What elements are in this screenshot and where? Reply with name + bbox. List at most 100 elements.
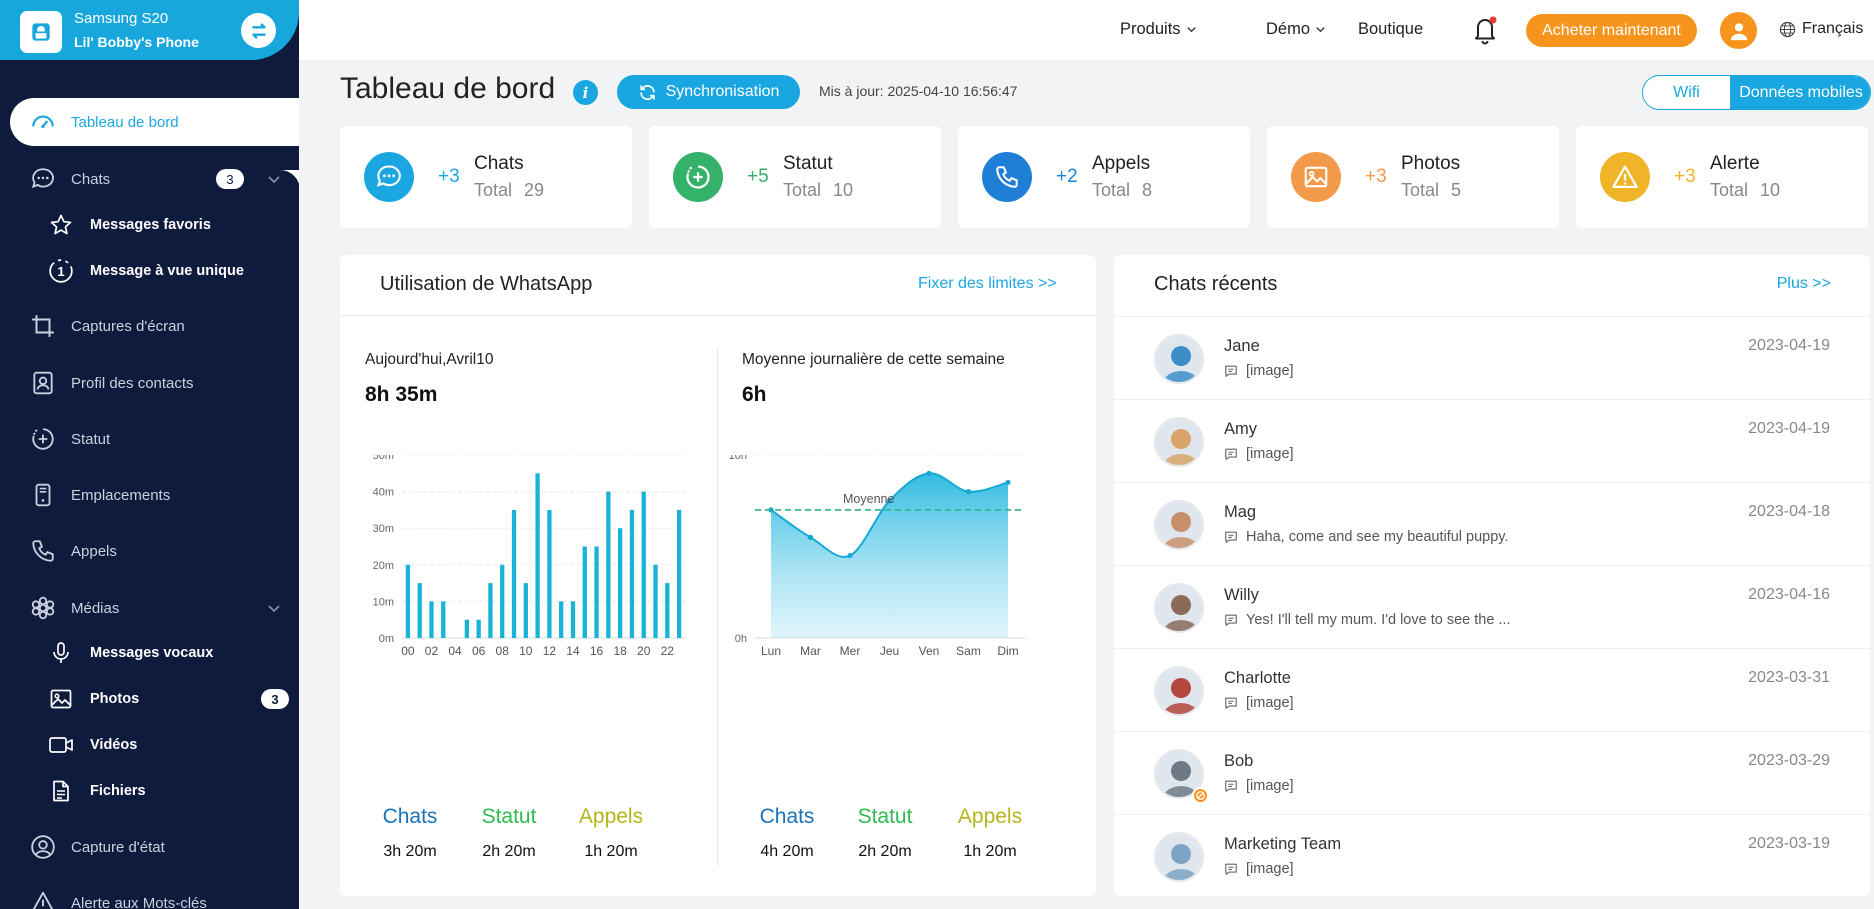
x-tick-label: 02 bbox=[425, 644, 439, 658]
recent-chats-title: Chats récents bbox=[1154, 273, 1278, 295]
contact-avatar bbox=[1154, 666, 1204, 716]
demo-menu-label: Démo bbox=[1266, 20, 1311, 38]
sidebar-item-label: Photos bbox=[90, 691, 140, 707]
demo-menu[interactable]: Démo bbox=[1266, 20, 1326, 39]
mobile-data-option[interactable]: Données mobiles bbox=[1730, 76, 1870, 109]
x-tick-label: 00 bbox=[401, 644, 415, 658]
legend-name: Chats bbox=[759, 805, 815, 828]
chat-contact-name: Marketing Team bbox=[1224, 835, 1342, 853]
sidebar-item-status[interactable]: Statut bbox=[0, 416, 299, 462]
chat-contact-name: Willy bbox=[1224, 586, 1259, 604]
today-legend-status: Statut 2h 20m bbox=[454, 805, 564, 861]
stat-card-alerts[interactable]: +3 Alerte Total 10 bbox=[1576, 126, 1868, 228]
legend-value: 4h 20m bbox=[760, 843, 814, 860]
chat-bubble-icon bbox=[364, 152, 414, 202]
bar-15 bbox=[582, 546, 587, 638]
stat-card-status[interactable]: +5 Statut Total 10 bbox=[649, 126, 941, 228]
stat-card-calls[interactable]: +2 Appels Total 8 bbox=[958, 126, 1250, 228]
user-avatar-icon[interactable] bbox=[1720, 12, 1757, 49]
stat-card-chats[interactable]: +3 Chats Total 29 bbox=[340, 126, 632, 228]
bar-20 bbox=[641, 491, 646, 638]
chat-row[interactable]: Mag Haha, come and see my beautiful puppy… bbox=[1114, 482, 1870, 565]
products-menu[interactable]: Produits bbox=[1120, 20, 1197, 39]
info-icon[interactable]: i bbox=[573, 80, 598, 105]
point-Ven bbox=[926, 470, 932, 476]
stat-total-label: Total bbox=[1401, 180, 1440, 200]
message-icon bbox=[1225, 531, 1237, 543]
stat-card-photos[interactable]: +3 Photos Total 5 bbox=[1267, 126, 1559, 228]
today-legend-calls: Appels 1h 20m bbox=[556, 805, 666, 861]
chat-row[interactable]: Charlotte [image] 2023-03-31 bbox=[1114, 648, 1870, 731]
chat-row[interactable]: Marketing Team [image] 2023-03-19 bbox=[1114, 814, 1870, 896]
chat-last-message: Haha, come and see my beautiful puppy. bbox=[1224, 529, 1509, 545]
sidebar-item-contact-profile[interactable]: Profil des contacts bbox=[0, 360, 299, 406]
sidebar-item-label: Captures d'écran bbox=[71, 317, 185, 335]
sync-button[interactable]: Synchronisation bbox=[617, 75, 800, 109]
contact-avatar bbox=[1154, 417, 1204, 467]
buy-now-button[interactable]: Acheter maintenant bbox=[1526, 14, 1697, 47]
sidebar-item-state-capture[interactable]: Capture d'état bbox=[0, 824, 299, 870]
products-menu-label: Produits bbox=[1120, 20, 1181, 38]
x-tick-label: Dim bbox=[997, 644, 1018, 658]
bar-01 bbox=[417, 583, 422, 638]
chat-date: 2023-04-19 bbox=[1748, 337, 1830, 354]
y-tick-label: 20m bbox=[373, 560, 394, 572]
notification-bell-icon[interactable] bbox=[1470, 14, 1500, 46]
alert-icon bbox=[30, 890, 56, 909]
sidebar-item-keyword-alert[interactable]: Alerte aux Mots-clés bbox=[0, 880, 299, 909]
sidebar-item-voice-messages[interactable]: Messages vocaux bbox=[0, 630, 299, 676]
dashboard-icon bbox=[30, 109, 56, 135]
stat-total-value: 10 bbox=[1760, 180, 1781, 200]
stat-name: Appels bbox=[1092, 153, 1151, 174]
x-tick-label: Lun bbox=[761, 644, 781, 658]
sidebar-item-label: Message à vue unique bbox=[90, 263, 244, 279]
chat-row[interactable]: Willy Yes! I'll tell my mum. I'd love to … bbox=[1114, 565, 1870, 648]
top-navbar: Produits Démo Boutique Acheter maintenan… bbox=[299, 0, 1874, 61]
sidebar-item-photos[interactable]: Photos 3 bbox=[0, 676, 299, 722]
chat-row[interactable]: Bob [image] 2023-03-29 bbox=[1114, 731, 1870, 814]
switch-device-icon[interactable] bbox=[241, 13, 276, 48]
stat-total-label: Total bbox=[1092, 180, 1131, 200]
chevron-down-icon[interactable] bbox=[267, 601, 281, 615]
bar-23 bbox=[676, 509, 682, 638]
week-average-label: Moyenne journalière de cette semaine bbox=[742, 351, 1005, 368]
sidebar-item-favorite-messages[interactable]: Messages favoris bbox=[0, 202, 299, 248]
photos-count-badge: 3 bbox=[261, 689, 289, 709]
sidebar-item-dashboard[interactable]: Tableau de bord bbox=[10, 98, 299, 146]
sidebar-item-label: Capture d'état bbox=[71, 838, 165, 856]
more-chats-link[interactable]: Plus >> bbox=[1777, 275, 1831, 293]
set-limits-link[interactable]: Fixer des limites >> bbox=[918, 275, 1057, 293]
chevron-down-icon[interactable] bbox=[267, 172, 281, 186]
sidebar-item-calls[interactable]: Appels bbox=[0, 528, 299, 574]
legend-name: Chats bbox=[382, 805, 438, 828]
stat-total-label: Total bbox=[474, 180, 513, 200]
sidebar-item-files[interactable]: Fichiers bbox=[0, 768, 299, 814]
legend-name: Appels bbox=[578, 805, 644, 828]
wifi-option[interactable]: Wifi bbox=[1643, 76, 1730, 109]
bar-10 bbox=[523, 583, 528, 638]
chat-row[interactable]: Amy [image] 2023-04-19 bbox=[1114, 399, 1870, 482]
sidebar-item-videos[interactable]: Vidéos bbox=[0, 722, 299, 768]
shop-link[interactable]: Boutique bbox=[1358, 20, 1423, 39]
chat-last-message: [image] bbox=[1224, 861, 1294, 877]
sidebar-item-chats[interactable]: Chats 3 bbox=[0, 156, 299, 202]
blocked-icon bbox=[1192, 787, 1209, 804]
chat-message-text: [image] bbox=[1246, 695, 1294, 711]
chat-message-text: [image] bbox=[1246, 861, 1294, 877]
sidebar-item-locations[interactable]: Emplacements bbox=[0, 472, 299, 518]
week-average-value: 6h bbox=[742, 383, 767, 406]
x-tick-label: 18 bbox=[613, 644, 627, 658]
sidebar-item-media[interactable]: Médias bbox=[0, 585, 299, 631]
message-icon bbox=[1225, 780, 1237, 792]
sidebar-item-screenshots[interactable]: Captures d'écran bbox=[0, 303, 299, 349]
chat-row[interactable]: Jane [image] 2023-04-19 bbox=[1114, 316, 1870, 399]
legend-value: 3h 20m bbox=[383, 843, 437, 860]
sidebar-item-view-once[interactable]: 1 Message à vue unique bbox=[0, 248, 299, 294]
language-selector[interactable]: Français bbox=[1779, 20, 1863, 38]
stat-total-value: 8 bbox=[1142, 180, 1153, 200]
x-tick-label: 22 bbox=[661, 644, 675, 658]
today-total-value: 8h 35m bbox=[365, 383, 438, 406]
message-icon bbox=[1225, 863, 1237, 875]
today-label: Aujourd'hui,Avril10 bbox=[365, 351, 494, 368]
recent-chats-panel: Chats récents Plus >> Jane [image] 2023-04… bbox=[1114, 255, 1870, 896]
